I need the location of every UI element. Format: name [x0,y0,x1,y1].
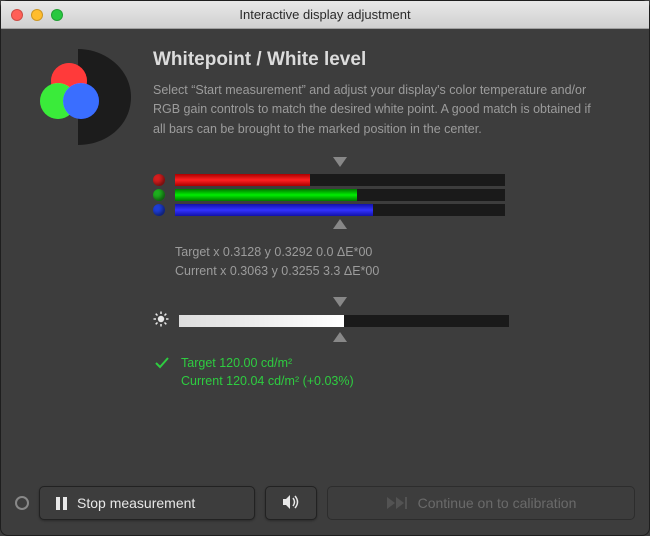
close-window-button[interactable] [11,9,23,21]
red-bar-row [153,174,523,186]
check-icon [153,354,171,377]
titlebar: Interactive display adjustment [1,1,649,29]
green-bar-row [153,189,523,201]
page-title: Whitepoint / White level [153,49,625,71]
maximize-window-button[interactable] [51,9,63,21]
brightness-marker-top [153,297,523,311]
luminance-status: Target 120.00 cd/m² Current 120.04 cd/m²… [153,354,523,392]
content-area: Whitepoint / White level Select “Start m… [1,29,649,479]
rgb-bars-group: Target x 0.3128 y 0.3292 0.0 ΔE*00 Curre… [153,157,523,391]
window-title: Interactive display adjustment [1,7,649,22]
continue-calibration-button[interactable]: Continue on to calibration [327,486,635,520]
status-indicator-icon [15,496,29,510]
main-panel: Whitepoint / White level Select “Start m… [153,49,625,479]
continue-button-label: Continue on to calibration [418,495,577,511]
blue-bar-row [153,204,523,216]
red-dot-icon [153,174,165,186]
blue-bar [175,204,505,216]
brightness-icon [153,311,169,332]
green-bar [175,189,505,201]
sound-icon [281,494,301,513]
window-controls [1,9,63,21]
target-color-line: Target x 0.3128 y 0.3292 0.0 ΔE*00 [175,243,523,262]
center-marker-bottom [153,219,523,233]
brightness-bar [179,315,509,327]
minimize-window-button[interactable] [31,9,43,21]
blue-dot-icon [153,204,165,216]
sound-button[interactable] [265,486,317,520]
brightness-marker-bottom [153,332,523,346]
footer-bar: Stop measurement Continue on to calibrat… [1,479,649,527]
color-metrics: Target x 0.3128 y 0.3292 0.0 ΔE*00 Curre… [175,243,523,281]
center-marker-top [153,157,523,171]
description-text: Select “Start measurement” and adjust yo… [153,81,593,139]
rgb-logo-icon [25,49,135,479]
current-color-line: Current x 0.3063 y 0.3255 3.3 ΔE*00 [175,262,523,281]
target-luminance-line: Target 120.00 cd/m² [181,354,354,373]
green-dot-icon [153,189,165,201]
pause-icon [56,497,67,510]
stop-button-label: Stop measurement [77,495,195,511]
stop-measurement-button[interactable]: Stop measurement [39,486,255,520]
brightness-bar-row [153,311,523,332]
red-bar [175,174,505,186]
forward-icon [386,496,408,510]
current-luminance-line: Current 120.04 cd/m² (+0.03%) [181,372,354,391]
